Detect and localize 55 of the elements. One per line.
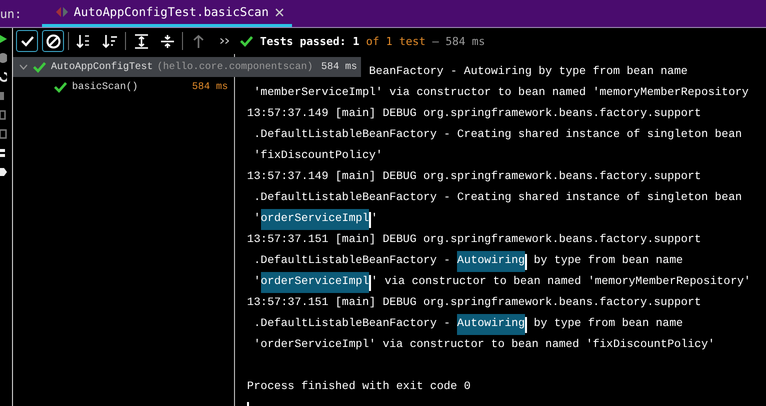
log-text: ' (371, 212, 378, 227)
rerun-icon[interactable] (0, 72, 7, 82)
chevron-icon[interactable] (19, 62, 28, 72)
cancel-button[interactable] (42, 30, 64, 52)
run-label: un: (0, 6, 22, 20)
log-line: .DefaultListableBeanFactory - Creating shared instance of singleton bean (252, 190, 742, 206)
run-config-icon (56, 6, 68, 18)
total-count: of 1 test (364, 34, 426, 48)
check-button[interactable] (16, 30, 38, 52)
log-text: by type from bean name (532, 254, 683, 269)
passed-check-icon (239, 34, 254, 48)
log-text: .DefaultListableBeanFactory - (252, 254, 452, 269)
frame-icon[interactable] (0, 129, 7, 139)
close-icon[interactable] (274, 8, 284, 16)
highlighted-text: orderServiceImpl (260, 272, 370, 293)
cancel-icon (44, 32, 62, 50)
log-line: 13:57:37.151 [main] DEBUG org.springframework.beans.factory.support (247, 232, 702, 248)
highlighted-text: Autowiring (457, 314, 525, 335)
log-text: ' (252, 212, 261, 227)
passed-count: 1 (352, 34, 360, 48)
log-text: by type from bean name (532, 316, 683, 332)
package-name: (hello.core.componentscan) (157, 62, 314, 72)
passed-check-icon (53, 80, 68, 94)
play-icon[interactable] (0, 34, 7, 44)
test-duration: 584 ms (321, 62, 358, 72)
test-name: basicScan() (72, 82, 138, 92)
chevrons-icon (220, 38, 228, 44)
text-cursor (524, 254, 527, 270)
log-line: .DefaultListableBeanFactory - Creating shared instance of singleton bean (252, 128, 742, 143)
log-line: 'memberServiceImpl' via constructor to bean named 'memoryMemberRepository (252, 86, 749, 101)
log-text: .DefaultListableBeanFactory - (252, 316, 452, 332)
status-label: Tests passed: (260, 34, 348, 48)
test-duration: 584 ms (192, 82, 229, 92)
layout-icon[interactable] (0, 148, 7, 158)
log-line: 13:57:37.149 [main] DEBUG org.springframework.beans.factory.support (247, 106, 702, 122)
log-line: 'fixDiscountPolicy' (252, 148, 383, 164)
log-line: 13:57:37.149 [main] DEBUG org.springframework.beans.factory.support (247, 170, 702, 185)
text-cursor (369, 274, 372, 290)
log-line: 13:57:37.151 [main] DEBUG org.springframework.beans.factory.support (247, 296, 702, 311)
duration-text: – 584 ms (431, 34, 486, 48)
text-cursor (524, 316, 527, 332)
test-name: AutoAppConfigTest (51, 62, 154, 72)
log-text: ' (252, 274, 261, 290)
log-line: BeanFactory - Autowiring by type from bean name (369, 64, 688, 80)
log-line: Process finished with exit code 0 (247, 380, 471, 395)
tab-title: AutoAppConfigTest.basicScan (74, 5, 269, 19)
stop-icon[interactable] (0, 91, 7, 101)
log-line: 'orderServiceImpl' via constructor to bean named 'fixDiscountPolicy' (252, 338, 715, 353)
text-cursor (369, 212, 372, 228)
log-text: ' via constructor to bean named 'memoryMemberRepository' (371, 274, 751, 290)
test-tree-row[interactable]: basicScan() 584 ms (13, 77, 234, 97)
highlighted-text: orderServiceImpl (260, 209, 370, 230)
highlighted-text: Autowiring (457, 251, 525, 272)
passed-check-icon (32, 60, 47, 74)
test-tree-row[interactable]: AutoAppConfigTest (hello.core.componentscan) 584 ms (13, 57, 362, 77)
